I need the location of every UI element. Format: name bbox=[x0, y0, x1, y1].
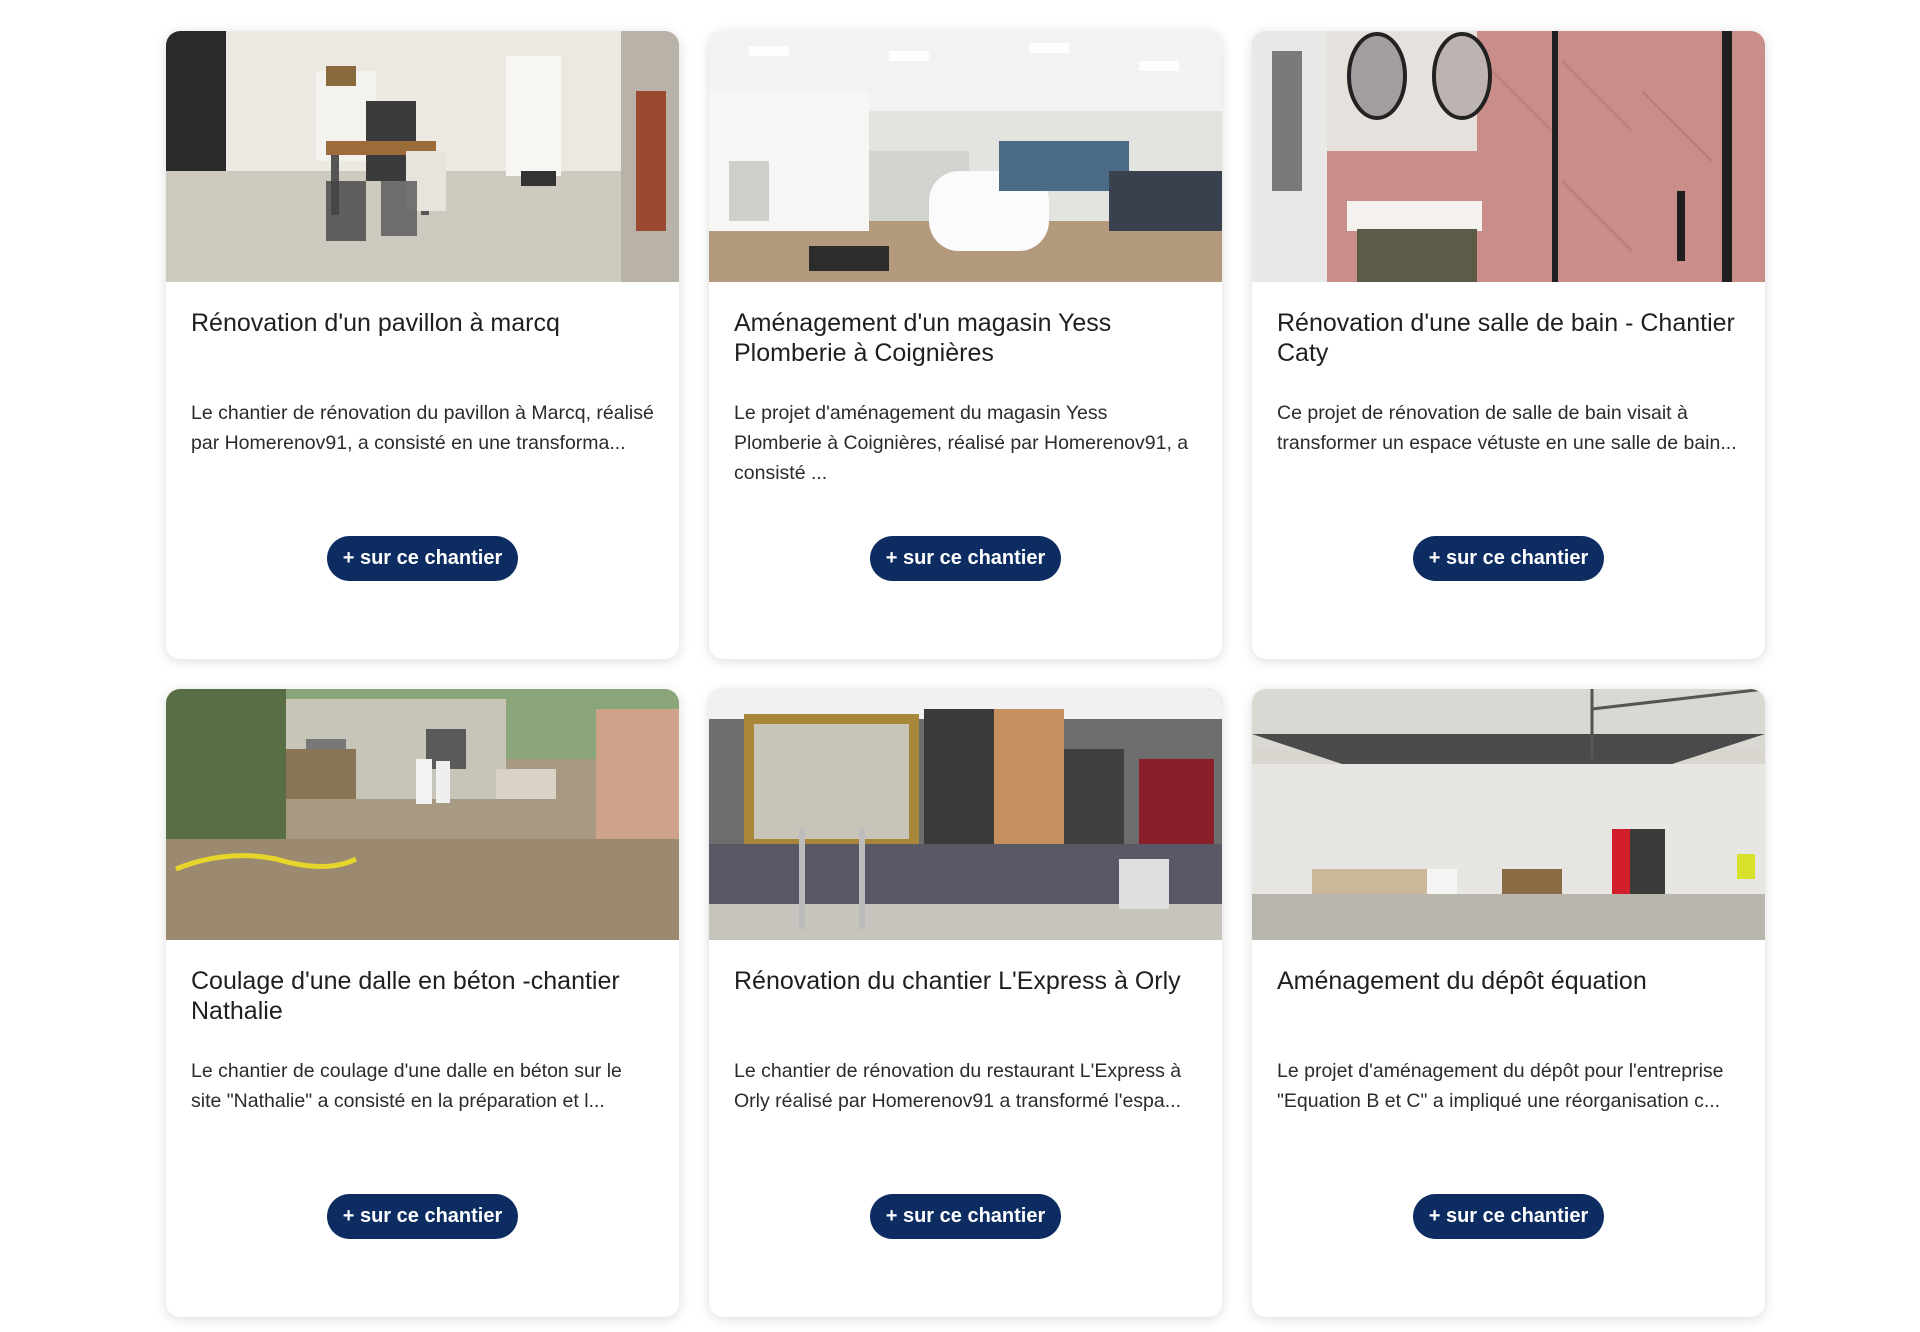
card-description: Le projet d'aménagement du dépôt pour l'… bbox=[1277, 1060, 1724, 1112]
card-description: Ce projet de rénovation de salle de bain… bbox=[1277, 402, 1737, 454]
card-title: Aménagement d'un magasin Yess Plomberie … bbox=[734, 309, 1112, 367]
project-card: Aménagement du dépôt équation Le projet … bbox=[1252, 689, 1765, 1317]
project-card: Rénovation d'une salle de bain - Chantie… bbox=[1252, 31, 1765, 659]
more-info-button[interactable]: + sur ce chantier bbox=[1412, 1194, 1605, 1239]
project-card: Aménagement d'un magasin Yess Plomberie … bbox=[709, 31, 1222, 659]
card-title: Aménagement du dépôt équation bbox=[1277, 967, 1647, 995]
depot-photo[interactable] bbox=[1252, 689, 1765, 940]
more-info-button[interactable]: + sur ce chantier bbox=[1412, 536, 1605, 581]
kitchen-photo[interactable] bbox=[166, 31, 679, 282]
more-info-button[interactable]: + sur ce chantier bbox=[869, 1194, 1062, 1239]
card-description: Le chantier de rénovation du restaurant … bbox=[734, 1060, 1182, 1112]
more-info-button[interactable]: + sur ce chantier bbox=[869, 536, 1062, 581]
card-title: Rénovation d'un pavillon à marcq bbox=[191, 309, 560, 337]
card-description: Le chantier de rénovation du pavillon à … bbox=[191, 402, 654, 454]
concrete-slab-photo[interactable] bbox=[166, 689, 679, 940]
showroom-photo[interactable] bbox=[709, 31, 1222, 282]
restaurant-photo[interactable] bbox=[709, 689, 1222, 940]
project-grid: Rénovation d'un pavillon à marcq Le chan… bbox=[166, 31, 1765, 1317]
bathroom-photo[interactable] bbox=[1252, 31, 1765, 282]
more-info-button[interactable]: + sur ce chantier bbox=[326, 1194, 519, 1239]
card-description: Le chantier de coulage d'une dalle en bé… bbox=[191, 1060, 622, 1112]
card-title: Rénovation du chantier L'Express à Orly bbox=[734, 967, 1181, 995]
project-card: Coulage d'une dalle en béton -chantier N… bbox=[166, 689, 679, 1317]
card-title: Coulage d'une dalle en béton -chantier N… bbox=[191, 967, 620, 1025]
card-title: Rénovation d'une salle de bain - Chantie… bbox=[1277, 309, 1735, 367]
more-info-button[interactable]: + sur ce chantier bbox=[326, 536, 519, 581]
project-card: Rénovation du chantier L'Express à Orly … bbox=[709, 689, 1222, 1317]
project-card: Rénovation d'un pavillon à marcq Le chan… bbox=[166, 31, 679, 659]
card-description: Le projet d'aménagement du magasin Yess … bbox=[734, 402, 1189, 484]
